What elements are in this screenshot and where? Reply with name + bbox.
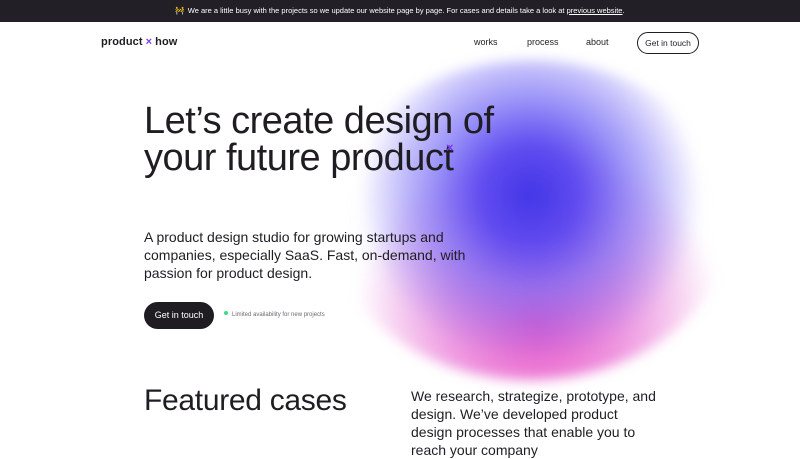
featured-cases-title: Featured cases bbox=[144, 384, 347, 417]
header-get-in-touch-button[interactable]: Get in touch bbox=[637, 32, 699, 54]
status-dot-icon bbox=[224, 311, 228, 315]
announcement-text: We are a little busy with the projects s… bbox=[187, 6, 565, 15]
availability-status: Limited availability for new projects bbox=[224, 311, 325, 318]
construction-icon: 🚧 bbox=[175, 6, 185, 15]
logo[interactable]: product × how bbox=[101, 36, 177, 48]
featured-cases-text: We research, strategize, prototype, and … bbox=[411, 388, 656, 458]
nav-about[interactable]: about bbox=[586, 37, 609, 47]
logo-text-left: product bbox=[101, 36, 143, 48]
announcement-suffix: . bbox=[622, 6, 625, 15]
availability-text: Limited availability for new projects bbox=[232, 312, 325, 318]
hero-get-in-touch-button[interactable]: Get in touch bbox=[144, 302, 214, 329]
nav-process[interactable]: process bbox=[527, 37, 559, 47]
announcement-bar: 🚧 We are a little busy with the projects … bbox=[0, 0, 800, 22]
hero-subtitle: A product design studio for growing star… bbox=[144, 229, 466, 281]
previous-website-link[interactable]: previous website bbox=[567, 6, 623, 15]
nav-works[interactable]: works bbox=[474, 37, 498, 47]
logo-text-right: how bbox=[155, 36, 178, 48]
logo-mark: × bbox=[145, 36, 153, 48]
cross-mark-icon: × bbox=[446, 140, 454, 155]
